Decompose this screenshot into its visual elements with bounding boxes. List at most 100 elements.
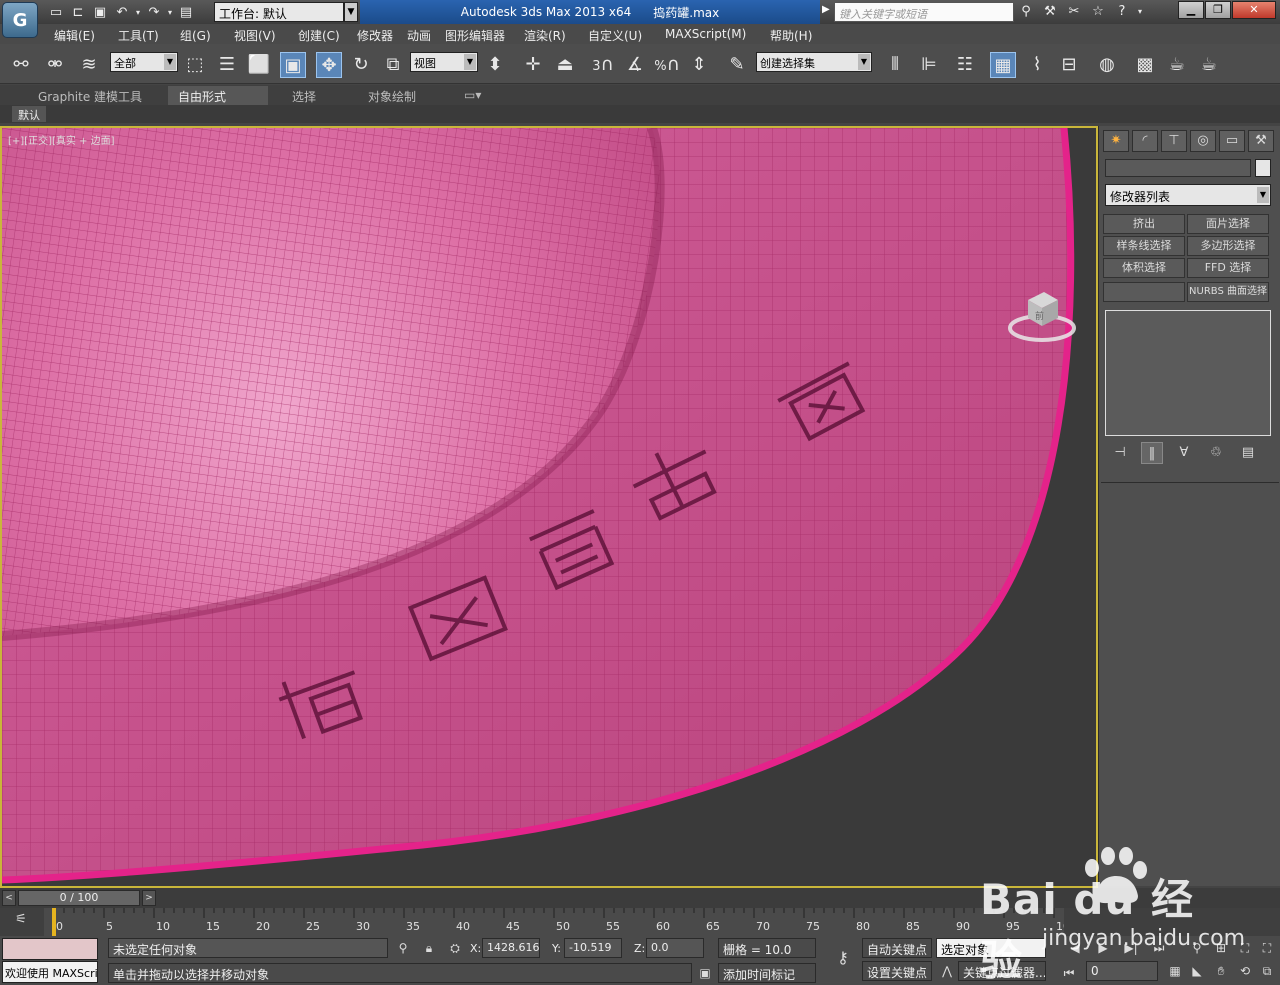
binoculars-icon[interactable]: ⚲	[1016, 2, 1036, 22]
default-tag[interactable]: 默认	[12, 106, 46, 122]
time-slider-prev-button[interactable]: <	[2, 890, 16, 906]
object-color-swatch[interactable]	[1255, 159, 1271, 177]
set-key-button[interactable]: 设置关键点	[862, 961, 932, 981]
go-to-start-icon[interactable]: ⏮	[1060, 963, 1078, 983]
zoom-extents-icon[interactable]: ⛶	[1236, 938, 1254, 958]
z-coordinate-field[interactable]: 0.0	[646, 938, 704, 958]
modifier-spline-select-button[interactable]: 样条线选择	[1103, 236, 1185, 256]
open-file-icon[interactable]: ⊏	[68, 2, 88, 22]
zoom-all-icon[interactable]: ⊞	[1212, 938, 1230, 958]
reference-coordinate-select[interactable]: 视图 ▼	[410, 52, 478, 72]
select-and-manipulate-icon[interactable]: ✛	[520, 52, 546, 78]
title-expand-icon[interactable]: ▶	[822, 4, 830, 15]
align-icon[interactable]: ⊫	[916, 52, 942, 78]
add-time-tag-button[interactable]: 添加时间标记	[718, 963, 816, 983]
go-to-end-icon[interactable]: ⏭	[1150, 938, 1168, 958]
menu-modifiers[interactable]: 修改器	[357, 27, 393, 44]
pin-stack-icon[interactable]: ⊣	[1109, 442, 1131, 464]
subscription-icon[interactable]: ⚒	[1040, 2, 1060, 22]
set-key-mode-key-icon[interactable]: ⚷	[828, 948, 858, 968]
modify-tab-icon[interactable]: ◜	[1132, 130, 1158, 152]
select-and-rotate-icon[interactable]: ↻	[348, 52, 374, 78]
modifier-patch-select-button[interactable]: 面片选择	[1187, 214, 1269, 234]
display-tab-icon[interactable]: ▭	[1219, 130, 1245, 152]
help-dropdown-icon[interactable]: ▾	[1136, 2, 1144, 22]
key-filter-icon[interactable]: ⋀	[938, 961, 956, 981]
mirror-icon[interactable]: ⫴	[882, 52, 908, 78]
modifier-extrude-button[interactable]: 挤出	[1103, 214, 1185, 234]
help-icon[interactable]: ?	[1112, 2, 1132, 22]
close-button[interactable]: ✕	[1232, 1, 1276, 19]
time-config-icon[interactable]: ▦	[1166, 961, 1184, 981]
zoom-icon[interactable]: ⚲	[1188, 938, 1206, 958]
perspective-viewport[interactable]: [+][正交][真实 + 边面] 前	[0, 126, 1098, 888]
field-of-view-icon[interactable]: ◣	[1188, 961, 1206, 981]
modifier-empty-button[interactable]	[1103, 282, 1185, 302]
named-selection-select[interactable]: 创建选择集 ▼	[756, 52, 872, 72]
orbit-icon[interactable]: ⟲	[1236, 961, 1254, 981]
menu-rendering[interactable]: 渲染(R)	[524, 27, 566, 44]
modifier-ffd-select-button[interactable]: FFD 选择	[1187, 258, 1269, 278]
project-folder-icon[interactable]: ▤	[176, 2, 196, 22]
selection-filter-dropdown-icon[interactable]: ▼	[164, 54, 176, 70]
current-frame-field[interactable]: 0	[1086, 961, 1158, 981]
maximize-button[interactable]: ❐	[1205, 1, 1231, 19]
hierarchy-tab-icon[interactable]: ⊤	[1161, 130, 1187, 152]
y-coordinate-field[interactable]: -10.519	[564, 938, 622, 958]
favorites-star-icon[interactable]: ☆	[1088, 2, 1108, 22]
new-file-icon[interactable]: ▭	[46, 2, 66, 22]
maxscript-welcome-text[interactable]: 欢迎使用 MAXScri	[2, 961, 98, 983]
modifier-list-select[interactable]: 修改器列表 ▼	[1105, 184, 1271, 206]
schematic-view-icon[interactable]: ⊟	[1056, 52, 1082, 78]
unlink-selection-icon[interactable]: ⚮	[42, 52, 68, 78]
curve-editor-icon[interactable]: ⌇	[1024, 52, 1050, 78]
undo-dropdown-icon[interactable]: ▾	[134, 2, 142, 22]
rectangular-selection-icon[interactable]: ⬜	[246, 52, 272, 78]
remove-modifier-icon[interactable]: ♲	[1205, 442, 1227, 464]
time-slider-next-button[interactable]: >	[142, 890, 156, 906]
time-slider-thumb[interactable]: 0 / 100	[18, 890, 140, 906]
ribbon-options-icon[interactable]: ▭▾	[458, 86, 487, 105]
modifier-stack[interactable]	[1105, 310, 1271, 436]
menu-animation[interactable]: 动画	[407, 27, 431, 44]
menu-maxscript[interactable]: MAXScript(M)	[665, 27, 746, 41]
maxscript-listener-mini[interactable]	[2, 938, 98, 960]
rendered-frame-window-icon[interactable]: ☕	[1164, 52, 1190, 78]
percent-snap-icon[interactable]: %∩	[654, 52, 680, 78]
keyboard-shortcut-override-icon[interactable]: ⏏	[552, 52, 578, 78]
layer-manager-icon[interactable]: ☷	[952, 52, 978, 78]
show-end-result-icon[interactable]: ‖	[1141, 442, 1163, 464]
communication-icon[interactable]: ✂	[1064, 2, 1084, 22]
redo-dropdown-icon[interactable]: ▾	[166, 2, 174, 22]
prev-frame-icon[interactable]: ◀	[1066, 938, 1084, 958]
edit-named-selection-icon[interactable]: ✎	[724, 52, 750, 78]
tab-freeform[interactable]: 自由形式	[168, 86, 268, 105]
pivot-center-icon[interactable]: ⬍	[482, 52, 508, 78]
infocenter-search-input[interactable]: 键入关键字或短语	[834, 2, 1014, 22]
graphite-ribbon-toggle-icon[interactable]: ▦	[990, 52, 1016, 78]
minimize-button[interactable]: ▁	[1178, 1, 1204, 19]
time-tag-icon[interactable]: ▣	[696, 963, 714, 983]
auto-key-button[interactable]: 自动关键点	[862, 938, 932, 958]
key-filters-button[interactable]: 关键点过滤器...	[958, 961, 1046, 981]
utilities-tab-icon[interactable]: ⚒	[1248, 130, 1274, 152]
menu-help[interactable]: 帮助(H)	[770, 27, 812, 44]
menu-create[interactable]: 创建(C)	[298, 27, 340, 44]
menu-graph-editors[interactable]: 图形编辑器	[445, 27, 505, 44]
workspace-select[interactable]: 工作台: 默认	[214, 2, 344, 22]
render-production-icon[interactable]: ☕	[1196, 52, 1222, 78]
select-and-move-icon[interactable]: ✥	[316, 52, 342, 78]
selection-lock-icon[interactable]: 🔒︎	[420, 938, 438, 958]
tab-object-paint[interactable]: 对象绘制	[358, 86, 426, 105]
select-and-link-icon[interactable]: ⚯	[8, 52, 34, 78]
next-frame-icon[interactable]: ▶|	[1122, 938, 1140, 958]
play-icon[interactable]: ▶	[1094, 938, 1112, 958]
modifier-volume-select-button[interactable]: 体积选择	[1103, 258, 1185, 278]
save-file-icon[interactable]: ▣	[90, 2, 110, 22]
absolute-relative-mode-icon[interactable]: ⛭	[446, 938, 464, 958]
spinner-snap-icon[interactable]: ⇕	[686, 52, 712, 78]
redo-icon[interactable]: ↷	[144, 2, 164, 22]
application-menu-button[interactable]: G	[2, 2, 38, 38]
reference-coordinate-dropdown-icon[interactable]: ▼	[464, 54, 476, 70]
undo-icon[interactable]: ↶	[112, 2, 132, 22]
